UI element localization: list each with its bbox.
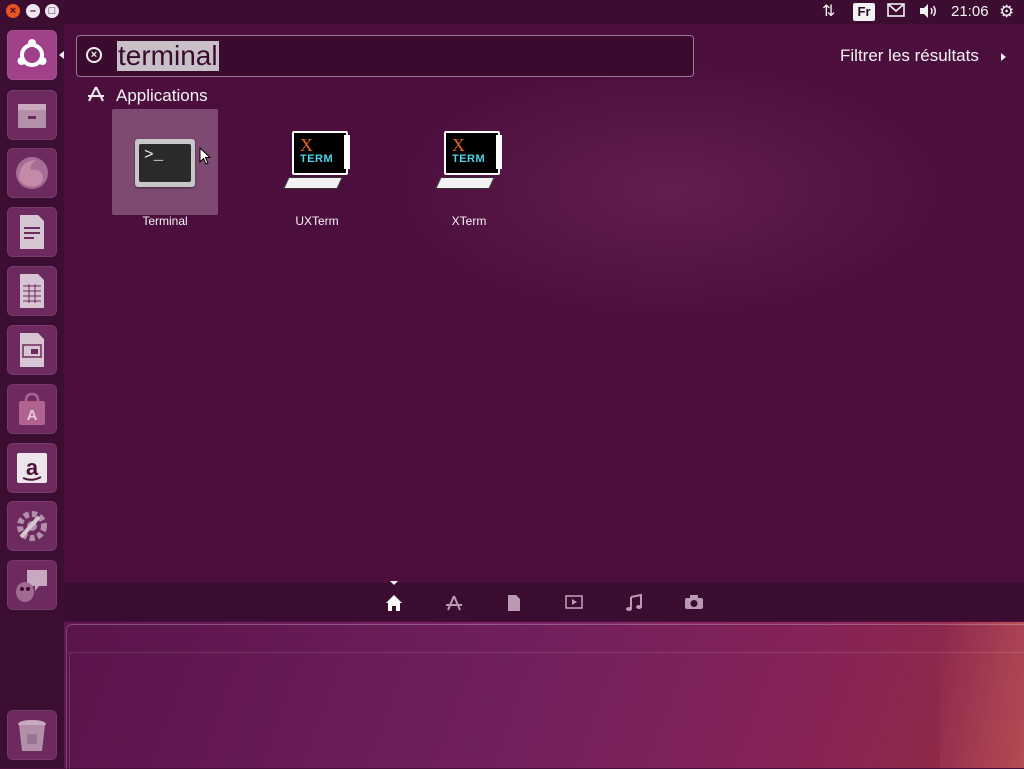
launcher-item-calc[interactable]: [7, 266, 57, 316]
launcher: A a: [0, 24, 64, 768]
amazon-icon: a: [7, 443, 57, 493]
chat-bubble-icon: [7, 560, 57, 610]
firefox-icon: [7, 148, 57, 198]
dash-frame-inner: [69, 652, 1024, 769]
category-title: Applications: [116, 86, 208, 105]
xterm-icon: X TERM: [292, 131, 348, 175]
xterm-monitor-side: [496, 135, 502, 169]
close-window-button[interactable]: ×: [6, 4, 20, 18]
launcher-item-impress[interactable]: [7, 325, 57, 375]
result-uxterm[interactable]: X TERM UXTerm: [264, 109, 370, 233]
launcher-item-amazon[interactable]: a: [7, 443, 57, 493]
clock[interactable]: 21:06: [951, 3, 989, 21]
lens-applications[interactable]: [444, 594, 464, 614]
xterm-logo-term: TERM: [452, 153, 486, 165]
music-note-icon: [626, 593, 642, 611]
launcher-item-empathy[interactable]: [7, 560, 57, 610]
result-label: Terminal: [142, 214, 188, 228]
software-center-bag-icon: A: [7, 384, 57, 434]
result-xterm[interactable]: X TERM XTerm: [416, 109, 522, 233]
terminal-icon: >_: [135, 139, 195, 187]
filter-results-button[interactable]: Filtrer les résultats: [840, 46, 979, 66]
lens-photos[interactable]: [684, 594, 704, 614]
result-label: XTerm: [451, 214, 487, 228]
ubuntu-dash-button[interactable]: [7, 30, 57, 80]
volume-icon[interactable]: [918, 3, 938, 21]
launcher-item-trash[interactable]: [7, 710, 57, 760]
lens-bar: [64, 583, 1024, 621]
maximize-window-button[interactable]: □: [45, 4, 59, 18]
lens-videos[interactable]: [564, 594, 584, 614]
svg-text:a: a: [26, 455, 39, 480]
impress-presentation-icon: [7, 325, 57, 375]
trash-icon: [7, 710, 57, 760]
home-icon: [386, 595, 402, 611]
result-terminal[interactable]: >_ Terminal: [112, 109, 218, 233]
terminal-prompt: >_: [139, 144, 191, 182]
applications-icon: [446, 595, 462, 611]
settings-wrench-icon: [7, 501, 57, 551]
top-panel: × – □ ⇅ Fr 21:06 ⚙: [0, 0, 1024, 24]
xterm-monitor-side: [344, 135, 350, 169]
lens-music[interactable]: [624, 593, 644, 614]
launcher-item-software-center[interactable]: A: [7, 384, 57, 434]
file-cabinet-icon: [7, 90, 57, 140]
ubuntu-logo-icon: [7, 30, 57, 80]
active-lens-indicator: [390, 581, 398, 585]
chevron-right-icon[interactable]: [1001, 53, 1006, 61]
launcher-item-files[interactable]: [7, 90, 57, 140]
launcher-item-writer[interactable]: [7, 207, 57, 257]
file-icon: [508, 595, 520, 611]
network-updown-icon[interactable]: ⇅: [822, 3, 835, 21]
camera-icon: [685, 595, 703, 609]
mail-icon[interactable]: [887, 3, 905, 21]
xterm-keyboard: [435, 177, 495, 189]
video-icon: [565, 595, 583, 609]
mouse-pointer-icon: [199, 146, 212, 170]
xterm-logo-term: TERM: [300, 153, 334, 165]
launcher-item-system-settings[interactable]: [7, 501, 57, 551]
keyboard-layout-indicator[interactable]: Fr: [853, 3, 875, 21]
writer-document-icon: [7, 207, 57, 257]
result-label: UXTerm: [295, 214, 339, 228]
search-input[interactable]: terminal: [117, 41, 219, 71]
calc-spreadsheet-icon: [7, 266, 57, 316]
svg-text:A: A: [27, 407, 38, 424]
lens-files[interactable]: [504, 594, 524, 614]
lens-home[interactable]: [384, 594, 404, 614]
gear-icon[interactable]: ⚙: [999, 3, 1014, 21]
minimize-window-button[interactable]: –: [26, 4, 40, 18]
applications-icon: [87, 86, 105, 107]
launcher-item-firefox[interactable]: [7, 148, 57, 198]
xterm-icon: X TERM: [444, 131, 500, 175]
xterm-keyboard: [283, 177, 343, 189]
clear-circle-icon[interactable]: ×: [86, 47, 102, 63]
